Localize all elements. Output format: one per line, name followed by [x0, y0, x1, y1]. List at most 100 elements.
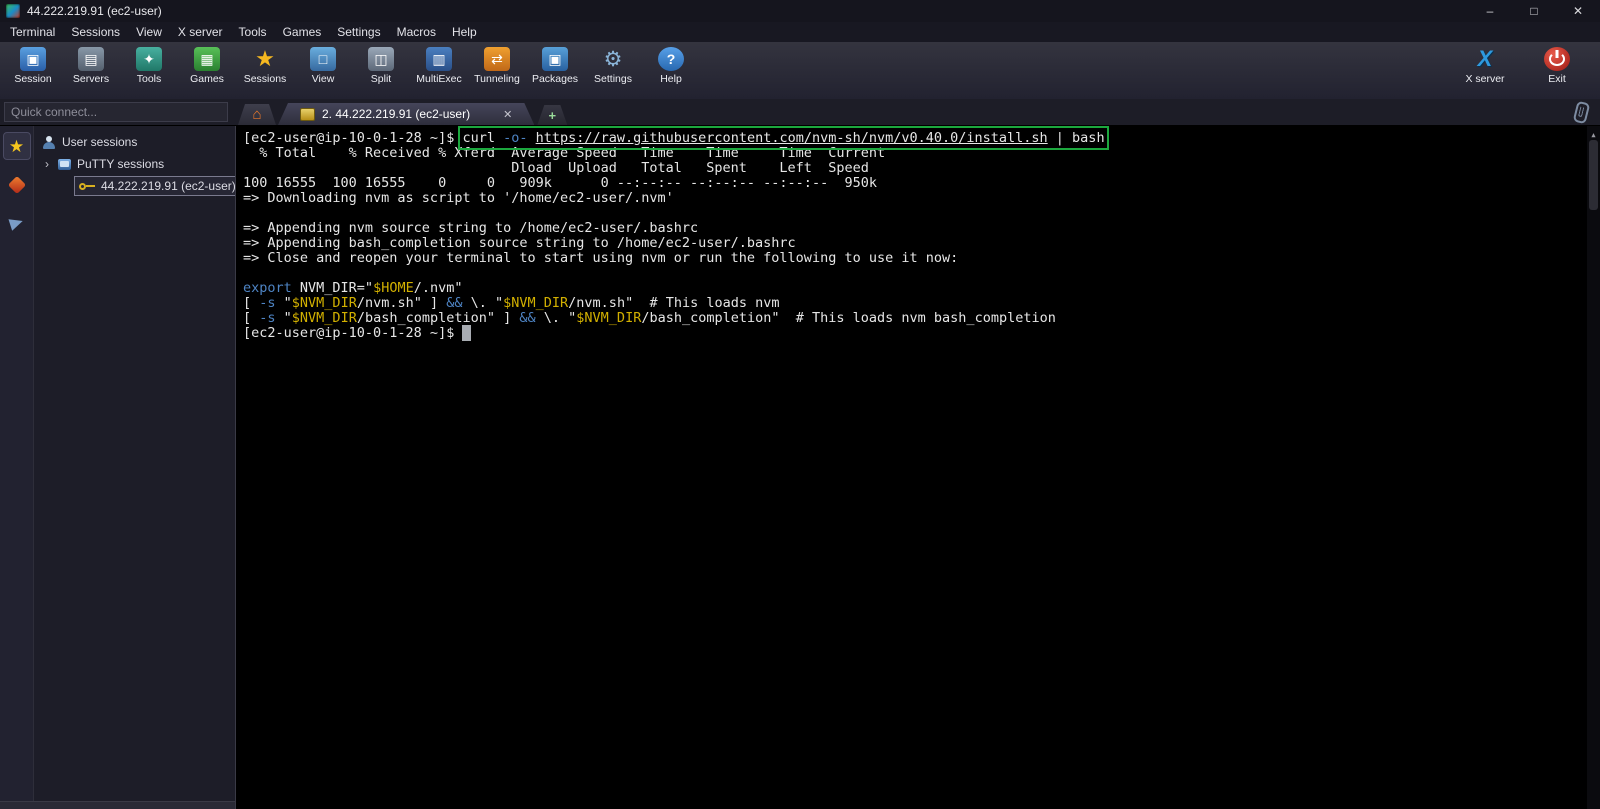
toolbar-view-button[interactable]: □ View — [294, 45, 352, 85]
tree-item-user-sessions[interactable]: User sessions — [34, 131, 235, 153]
toolbar-sessions-button[interactable]: ★ Sessions — [236, 45, 294, 86]
menu-sessions[interactable]: Sessions — [63, 22, 128, 42]
toolbar-session-button[interactable]: ▣ Session — [4, 45, 62, 85]
close-button[interactable]: ✕ — [1556, 0, 1600, 22]
toolbar-label: Session — [14, 73, 52, 85]
macros-panel-button[interactable] — [4, 210, 30, 236]
sidebar: ★ User sessions › PuTTY sessions 44.222.… — [0, 126, 236, 809]
toolbar-label: Exit — [1548, 73, 1566, 85]
session-icon: ▣ — [20, 47, 46, 71]
terminal-line: Dload Upload Total Spent Left Speed — [243, 161, 1582, 176]
terminal-text: && — [519, 310, 536, 326]
toolbar-split-button[interactable]: ◫ Split — [352, 45, 410, 85]
terminal-line: [ -s "$NVM_DIR/bash_completion" ] && \. … — [243, 311, 1582, 326]
multiexec-icon: ▥ — [426, 47, 452, 71]
new-tab-button[interactable]: + — [537, 105, 567, 125]
menu-settings[interactable]: Settings — [329, 22, 388, 42]
sessions-panel-button[interactable]: ★ — [2, 132, 31, 160]
terminal-line: 100 16555 100 16555 0 0 909k 0 --:--:-- … — [243, 176, 1582, 191]
terminal-text: -o- — [503, 130, 528, 146]
tree-label: 44.222.219.91 (ec2-user) — [101, 179, 235, 193]
maximize-button[interactable]: □ — [1512, 0, 1556, 22]
menu-games[interactable]: Games — [275, 22, 330, 42]
toolbar-servers-button[interactable]: ▤ Servers — [62, 45, 120, 85]
terminal-text: Dload Upload Total Spent Left Speed — [243, 160, 869, 176]
terminal-text: $NVM_DIR — [576, 310, 642, 326]
toolbar-xserver-button[interactable]: X X server — [1456, 45, 1514, 86]
terminal-text: /bash_completion" # This loads nvm bash_… — [641, 310, 1056, 326]
terminal-text: => Appending bash_completion source stri… — [243, 235, 796, 251]
menu-help[interactable]: Help — [444, 22, 485, 42]
quick-connect-input[interactable] — [4, 102, 228, 122]
menu-terminal[interactable]: Terminal — [2, 22, 63, 42]
sftp-panel-button[interactable] — [4, 172, 30, 198]
terminal-line: => Appending bash_completion source stri… — [243, 236, 1582, 251]
toolbar-label: View — [311, 73, 335, 85]
toolbar-games-button[interactable]: ▦ Games — [178, 45, 236, 85]
toolbar-label: Servers — [72, 73, 110, 85]
terminal-line: => Downloading nvm as script to '/home/e… — [243, 191, 1582, 206]
terminal-cursor — [462, 325, 471, 341]
terminal-line: [ -s "$NVM_DIR/nvm.sh" ] && \. "$NVM_DIR… — [243, 296, 1582, 311]
toolbar: ▣ Session ▤ Servers ✦ Tools ▦ Games ★ Sessions □ Vi… — [0, 42, 1600, 99]
toolbar-tools-button[interactable]: ✦ Tools — [120, 45, 178, 85]
key-icon — [79, 182, 95, 191]
terminal-text: -s — [259, 310, 276, 326]
exit-icon — [1544, 47, 1570, 71]
active-tab-label: 2. 44.222.219.91 (ec2-user) — [322, 107, 471, 121]
toolbar-exit-button[interactable]: Exit — [1528, 45, 1586, 85]
active-session-tab[interactable]: 2. 44.222.219.91 (ec2-user) ✕ — [278, 103, 534, 125]
toolbar-label: Split — [370, 73, 392, 85]
expander-icon[interactable]: › — [42, 157, 52, 171]
toolbar-label: Help — [660, 73, 682, 85]
terminal-scrollbar[interactable]: ▲ — [1587, 126, 1600, 809]
menu-xserver[interactable]: X server — [170, 22, 231, 42]
toolbar-settings-button[interactable]: ⚙ Settings — [584, 45, 642, 86]
terminal-text: NVM_DIR=" — [291, 280, 374, 296]
terminal-text: /nvm.sh" ] — [356, 295, 447, 311]
packages-icon: ▣ — [542, 47, 568, 71]
menu-view[interactable]: View — [128, 22, 170, 42]
terminal-text: /bash_completion" ] — [356, 310, 520, 326]
toolbar-tunneling-button[interactable]: ⇄ Tunneling — [468, 45, 526, 85]
app-logo-icon — [6, 4, 20, 18]
tree-item-putty-sessions[interactable]: › PuTTY sessions — [34, 153, 235, 175]
terminal-line: export NVM_DIR="$HOME/.nvm" — [243, 281, 1582, 296]
home-icon: ⌂ — [252, 106, 262, 123]
home-tab[interactable]: ⌂ — [238, 104, 276, 125]
view-icon: □ — [310, 47, 336, 71]
minimize-button[interactable]: – — [1468, 0, 1512, 22]
scrollbar-thumb[interactable] — [1589, 140, 1598, 210]
tools-icon: ✦ — [136, 47, 162, 71]
terminal-text: && — [446, 295, 463, 311]
terminal-text: " — [275, 295, 292, 311]
tree-item-session-44-222-219-91[interactable]: 44.222.219.91 (ec2-user) — [34, 175, 235, 197]
terminal-text: $HOME — [373, 280, 414, 296]
sidebar-footer-handle[interactable] — [0, 801, 235, 809]
paper-plane-icon — [8, 215, 25, 231]
sidebar-body: ★ User sessions › PuTTY sessions 44.222.… — [0, 126, 235, 801]
terminal-text: -s — [259, 295, 276, 311]
terminal-text: | bash — [1047, 130, 1105, 146]
games-icon: ▦ — [194, 47, 220, 71]
menu-macros[interactable]: Macros — [389, 22, 444, 42]
terminal[interactable]: [ec2-user@ip-10-0-1-28 ~]$ curl -o- http… — [236, 126, 1600, 809]
tab-close-icon[interactable]: ✕ — [503, 108, 512, 121]
toolbar-packages-button[interactable]: ▣ Packages — [526, 45, 584, 85]
tree-label: User sessions — [62, 135, 138, 149]
terminal-text: $NVM_DIR — [291, 295, 357, 311]
terminal-text: " — [275, 310, 292, 326]
toolbar-multiexec-button[interactable]: ▥ MultiExec — [410, 45, 468, 85]
menu-tools[interactable]: Tools — [231, 22, 275, 42]
putty-sessions-icon — [58, 158, 71, 170]
toolbar-help-button[interactable]: ? Help — [642, 45, 700, 85]
paperclip-icon[interactable] — [1572, 100, 1591, 124]
terminal-text: $NVM_DIR — [503, 295, 569, 311]
sidebar-icon-strip: ★ — [0, 126, 34, 801]
terminal-url[interactable]: https://raw.githubusercontent.com/nvm-sh… — [536, 130, 1048, 146]
toolbar-label: Tunneling — [474, 73, 520, 85]
split-icon: ◫ — [368, 47, 394, 71]
xserver-icon: X — [1477, 46, 1493, 71]
selected-session-box[interactable]: 44.222.219.91 (ec2-user) — [74, 176, 235, 196]
